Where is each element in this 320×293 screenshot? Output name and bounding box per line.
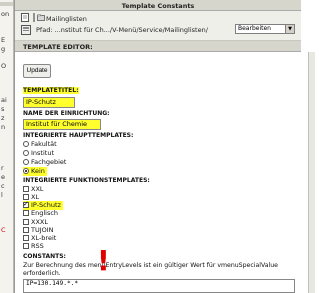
haupt-option-fakultaet[interactable]: Fakultät	[23, 140, 57, 149]
funktion-option-label: XXL	[31, 185, 44, 193]
sidebar-bar	[0, 2, 13, 6]
radio-button[interactable]	[23, 150, 29, 156]
funktion-option-label: Englisch	[31, 209, 59, 217]
constants-description: Zur Berechnung des menuEntryLevels ist e…	[23, 262, 278, 277]
folder-icon	[37, 14, 45, 21]
einrichtung-input[interactable]: Institut für Chemie	[23, 119, 101, 130]
template-constants-panel: Template Constants Mailinglisten Pfad: .…	[14, 0, 315, 293]
funktion-option-label: XXXL	[31, 218, 48, 226]
checkbox-checked[interactable]	[23, 200, 29, 209]
sidebar-fragment[interactable]: O	[1, 62, 6, 70]
haupt-option-institut[interactable]: Institut	[23, 149, 54, 158]
checkbox[interactable]	[23, 227, 29, 233]
funktion-option-label: IP-Schutz	[31, 201, 61, 209]
editor-title: TEMPLATE EDITOR:	[23, 43, 93, 51]
funktionstemplates-label: INTEGRIERTE FUNKTIONSTEMPLATES:	[23, 177, 150, 184]
funktion-option-rss[interactable]: RSS	[23, 242, 44, 251]
left-sidebar: on E g O ai s z n r e c l C	[0, 0, 14, 293]
breadcrumb-mailinglisten[interactable]: Mailinglisten	[46, 15, 87, 23]
sidebar-fragment[interactable]: e	[1, 173, 5, 181]
sidebar-fragment[interactable]: c	[1, 182, 5, 190]
funktion-option-englisch[interactable]: Englisch	[23, 209, 58, 218]
update-button[interactable]: Update	[23, 64, 51, 78]
constants-label: CONSTANTS:	[23, 253, 66, 260]
exclamation-annotation: !	[97, 244, 110, 277]
haupt-option-label: Institut	[31, 149, 54, 157]
sidebar-fragment[interactable]: E	[1, 36, 5, 44]
sidebar-fragment[interactable]: ai	[1, 96, 7, 104]
document-icon[interactable]	[21, 13, 29, 22]
sidebar-fragment[interactable]: on	[1, 10, 9, 18]
toolbar: Mailinglisten Pfad: ...nstitut für Ch...…	[15, 11, 301, 41]
haupttemplates-label: INTEGRIERTE HAUPTTEMPLATES:	[23, 132, 134, 139]
checkbox[interactable]	[23, 219, 29, 225]
editor-header: TEMPLATE EDITOR:	[15, 41, 301, 52]
haupt-option-label: Fachgebiet	[31, 158, 67, 166]
page-path: Pfad: ...nstitut für Ch.../V-Menü/Servic…	[36, 26, 208, 34]
sidebar-fragment-red[interactable]: C	[1, 226, 6, 234]
radio-button[interactable]	[23, 141, 29, 147]
checkbox[interactable]	[23, 210, 29, 216]
chevron-down-icon[interactable]: ▼	[285, 25, 294, 33]
checkbox[interactable]	[23, 186, 29, 192]
page-info-icon[interactable]	[21, 25, 31, 35]
funktion-option-label: RSS	[31, 242, 44, 250]
haupt-option-fachgebiet[interactable]: Fachgebiet	[23, 158, 66, 167]
checkbox[interactable]	[23, 235, 29, 241]
funktion-option-label: TUJOIN	[31, 226, 54, 234]
sidebar-fragment[interactable]: g	[1, 45, 5, 53]
funktion-option-label: XL	[31, 193, 40, 201]
sidebar-fragment[interactable]: l	[1, 191, 3, 199]
sidebar-fragment[interactable]: z	[1, 114, 4, 122]
funktion-option-label: XL-breit	[31, 234, 57, 242]
panel-header: Template Constants	[15, 0, 301, 11]
radio-button-selected[interactable]	[23, 168, 29, 174]
einrichtung-label: NAME DER EINRICHTUNG:	[23, 110, 110, 117]
sidebar-fragment[interactable]: r	[1, 164, 4, 172]
sidebar-fragment[interactable]: s	[1, 105, 4, 113]
haupt-option-label: Fakultät	[31, 140, 57, 148]
haupt-option-label: Kein	[31, 167, 45, 175]
mode-select[interactable]: Bearbeiten ▼	[235, 24, 295, 34]
checkbox[interactable]	[23, 243, 29, 249]
haupt-option-kein[interactable]: Kein	[23, 167, 47, 176]
mode-select-value: Bearbeiten	[238, 25, 271, 32]
templatetitel-label: TEMPLATETITEL:	[23, 87, 79, 94]
templatetitel-input[interactable]: IP-Schutz	[23, 97, 75, 108]
sidebar-fragment[interactable]: n	[1, 123, 5, 131]
panel-title: Template Constants	[121, 2, 195, 10]
constants-textarea[interactable]: IP=130.149.*.*	[23, 279, 295, 293]
radio-button[interactable]	[23, 159, 29, 165]
vertical-scrollbar[interactable]	[308, 52, 315, 293]
